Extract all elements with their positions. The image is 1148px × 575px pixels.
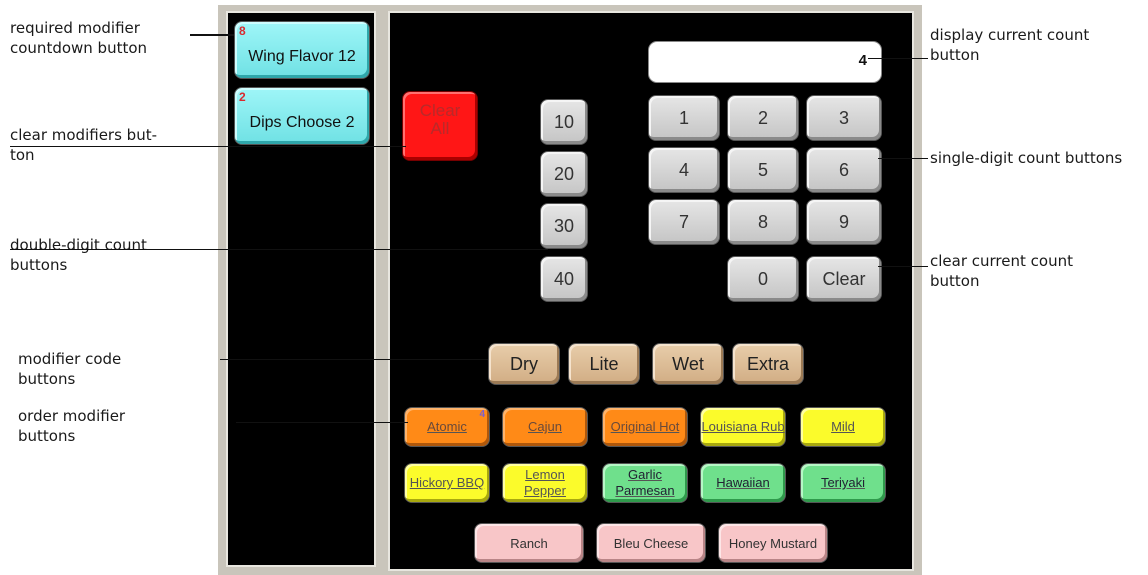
annotation-order-modifier: order modifier buttons: [18, 407, 126, 445]
count-button-6[interactable]: 6: [806, 147, 882, 193]
modifier-label: Atomic: [427, 419, 467, 434]
modifier-label: Bleu Cheese: [613, 535, 689, 551]
code-button-wet[interactable]: Wet: [652, 343, 724, 385]
modifier-button-original-hot[interactable]: Original Hot: [602, 407, 688, 447]
modifier-label: Hickory BBQ: [409, 475, 485, 490]
leader-required-modifier: [190, 34, 234, 36]
modifier-label: Honey Mustard: [728, 535, 818, 551]
count-button-0[interactable]: 0: [727, 256, 799, 302]
countdown-badge: 2: [239, 90, 246, 104]
annotation-single-digit: single-digit count buttons: [930, 149, 1123, 167]
annotation-required-modifier: required modifier countdown button: [10, 19, 148, 57]
pos-window: 8 Wing Flavor 12 2 Dips Choose 2 4 Clear…: [218, 5, 922, 575]
count-button-2[interactable]: 2: [727, 95, 799, 141]
count-button-7[interactable]: 7: [648, 199, 720, 245]
modifier-button-teriyaki[interactable]: Teriyaki: [800, 463, 886, 503]
modifier-button-hawaiian[interactable]: Hawaiian: [700, 463, 786, 503]
modifier-label: Garlic Parmesan: [615, 467, 675, 498]
required-modifier-label: Wing Flavor 12: [248, 48, 356, 65]
annotation-clear-modifiers: clear modifiers but- ton: [10, 126, 157, 164]
modifier-button-garlic-parmesan[interactable]: Garlic Parmesan: [602, 463, 688, 503]
modifier-button-louisiana-rub[interactable]: Louisiana Rub: [700, 407, 786, 447]
clear-all-button[interactable]: Clear All: [402, 91, 478, 161]
modifier-button-bleu-cheese[interactable]: Bleu Cheese: [596, 523, 706, 563]
count-display[interactable]: 4: [648, 41, 882, 83]
leader-clear-count: [878, 266, 928, 267]
required-modifier-button-dips[interactable]: 2 Dips Choose 2: [234, 87, 370, 145]
modifier-label: Mild: [831, 419, 855, 434]
required-modifier-label: Dips Choose 2: [249, 114, 355, 131]
leader-single-digit: [878, 158, 928, 159]
leader-clear-modifiers: [10, 146, 406, 147]
modifier-button-mild[interactable]: Mild: [800, 407, 886, 447]
modifier-button-ranch[interactable]: Ranch: [474, 523, 584, 563]
leader-double-digit: [10, 249, 548, 250]
required-modifier-panel: 8 Wing Flavor 12 2 Dips Choose 2: [226, 11, 376, 567]
count-button-10[interactable]: 10: [540, 99, 588, 145]
count-button-1[interactable]: 1: [648, 95, 720, 141]
code-button-extra[interactable]: Extra: [732, 343, 804, 385]
count-button-4[interactable]: 4: [648, 147, 720, 193]
code-button-dry[interactable]: Dry: [488, 343, 560, 385]
modifier-label: Lemon Pepper: [524, 467, 566, 498]
count-button-20[interactable]: 20: [540, 151, 588, 197]
required-modifier-button-wing-flavor[interactable]: 8 Wing Flavor 12: [234, 21, 370, 79]
modifier-count-badge: 4: [479, 409, 485, 420]
modifier-label: Hawaiian: [716, 475, 770, 490]
modifier-button-honey-mustard[interactable]: Honey Mustard: [718, 523, 828, 563]
modifier-button-atomic[interactable]: 4 Atomic: [404, 407, 490, 447]
count-button-8[interactable]: 8: [727, 199, 799, 245]
modifier-label: Original Hot: [610, 419, 680, 434]
count-button-30[interactable]: 30: [540, 203, 588, 249]
modifier-label: Teriyaki: [820, 475, 866, 490]
leader-display-count: [868, 58, 928, 59]
annotation-double-digit: double-digit count buttons: [10, 236, 147, 274]
modifier-label: Ranch: [510, 535, 548, 551]
annotation-display-count: display current count button: [930, 26, 1090, 64]
modifier-button-hickory-bbq[interactable]: Hickory BBQ: [404, 463, 490, 503]
leader-order-modifier: [236, 422, 408, 423]
count-button-40[interactable]: 40: [540, 256, 588, 302]
modifier-button-lemon-pepper[interactable]: Lemon Pepper: [502, 463, 588, 503]
clear-count-button[interactable]: Clear: [806, 256, 882, 302]
main-panel: 4 Clear All 10 20 30 40 1 2 3 4 5 6 7 8 …: [388, 11, 914, 571]
clear-all-label-line2: All: [430, 119, 450, 138]
count-button-5[interactable]: 5: [727, 147, 799, 193]
annotation-modifier-code: modifier code buttons: [18, 350, 122, 388]
countdown-badge: 8: [239, 24, 246, 38]
code-button-lite[interactable]: Lite: [568, 343, 640, 385]
annotation-clear-count: clear current count button: [930, 252, 1073, 290]
count-button-3[interactable]: 3: [806, 95, 882, 141]
count-button-9[interactable]: 9: [806, 199, 882, 245]
modifier-button-cajun[interactable]: Cajun: [502, 407, 588, 447]
leader-modifier-code: [220, 359, 488, 360]
clear-all-label-line1: Clear: [419, 101, 461, 120]
modifier-label: Cajun: [528, 419, 562, 434]
modifier-label: Louisiana Rub: [701, 419, 785, 434]
